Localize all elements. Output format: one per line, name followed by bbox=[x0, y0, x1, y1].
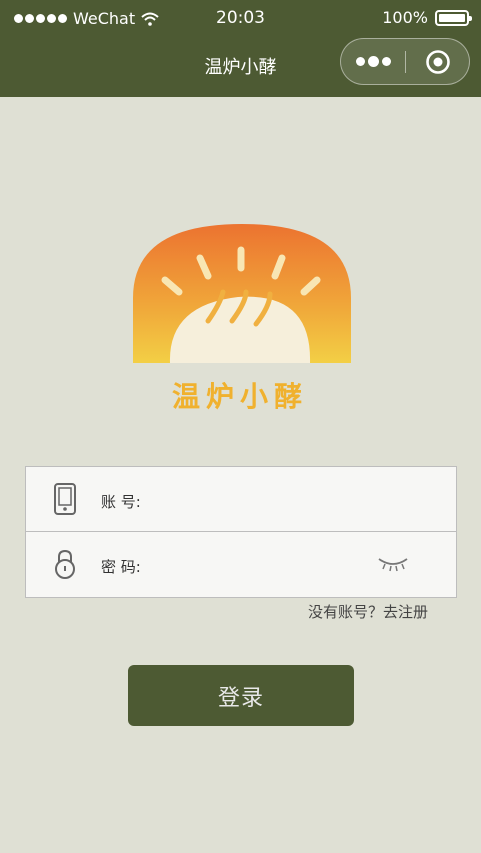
register-link[interactable]: 没有账号？去注册 bbox=[308, 601, 428, 622]
account-row: 账 号: bbox=[26, 467, 456, 532]
more-menu-button[interactable] bbox=[341, 39, 405, 84]
password-input[interactable] bbox=[166, 548, 366, 580]
more-dot-icon bbox=[367, 56, 379, 67]
target-circle-icon bbox=[426, 49, 450, 74]
app-header: WeChat 20:03 100% 温炉小酵 bbox=[0, 0, 481, 97]
eye-closed-icon[interactable] bbox=[376, 554, 410, 572]
account-input[interactable] bbox=[166, 483, 366, 515]
battery-percent: 100% bbox=[382, 8, 428, 27]
password-row: 密 码: bbox=[26, 532, 456, 597]
phone-icon bbox=[54, 483, 76, 515]
login-button[interactable]: 登录 bbox=[128, 665, 354, 726]
lock-icon bbox=[55, 549, 75, 579]
miniprogram-capsule bbox=[340, 38, 470, 85]
password-label: 密 码: bbox=[101, 558, 141, 576]
more-dot-icon bbox=[381, 57, 391, 66]
account-label: 账 号: bbox=[101, 493, 141, 511]
battery-icon bbox=[435, 9, 472, 26]
close-miniprogram-button[interactable] bbox=[406, 39, 470, 84]
more-dot-icon bbox=[355, 57, 365, 66]
login-form: 账 号: 密 码: bbox=[25, 466, 457, 598]
status-bar: WeChat 20:03 100% bbox=[0, 0, 481, 36]
logo-text: 温炉小酵 bbox=[171, 380, 308, 413]
